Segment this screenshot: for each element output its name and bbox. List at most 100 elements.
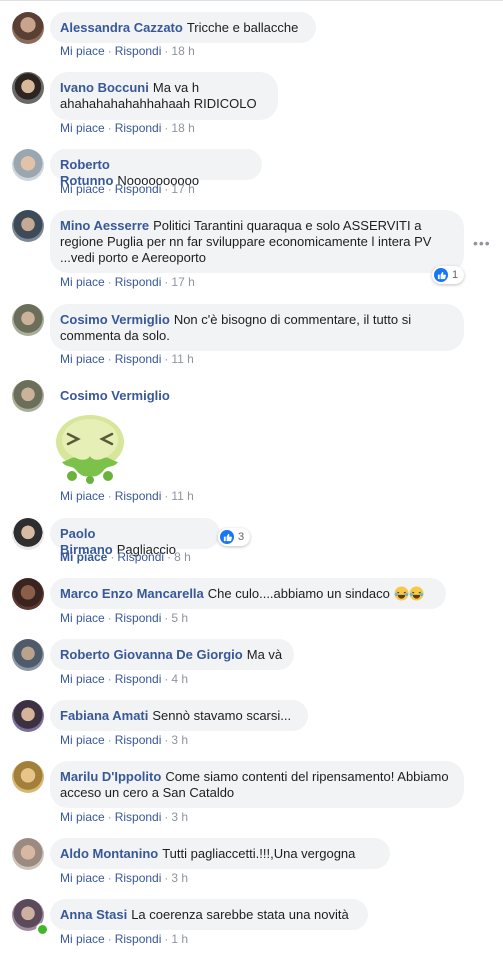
comment-timestamp[interactable]: 5 h <box>171 611 188 625</box>
comment-text: Tricche e ballacche <box>186 20 299 35</box>
like-link[interactable]: Mi piace <box>60 810 105 824</box>
like-reaction-icon <box>434 268 448 282</box>
reaction-count[interactable]: 3 <box>218 528 250 546</box>
comment-actions: Mi piace · Rispondi · 8 h <box>60 550 191 564</box>
like-link[interactable]: Mi piace <box>60 182 105 196</box>
like-link[interactable]: Mi piace <box>60 44 105 58</box>
comment-author[interactable]: Mino Aesserre <box>60 218 149 233</box>
comment-bubble: Fabiana Amati Sennò stavamo scarsi... <box>50 700 308 731</box>
like-link[interactable]: Mi piace <box>60 489 105 503</box>
comment-actions: Mi piace · Rispondi · 1 h <box>60 932 188 946</box>
comment-bubble: Mino Aesserre Politici Tarantini quaraqua… <box>50 210 464 273</box>
reply-link[interactable]: Rispondi <box>115 733 162 747</box>
comment-text: Sennò stavamo scarsi... <box>152 708 292 723</box>
comment-bubble: Marilu D'Ippolito Come siamo contenti del… <box>50 761 464 808</box>
comment-author[interactable]: Aldo Montanino <box>60 846 158 861</box>
comment-actions: Mi piace · Rispondi · 11 h <box>60 352 194 366</box>
like-link[interactable]: Mi piace <box>60 672 105 686</box>
reply-link[interactable]: Rispondi <box>115 352 162 366</box>
comment-actions: Mi piace · Rispondi · 11 h <box>60 489 194 503</box>
reply-link[interactable]: Rispondi <box>115 932 162 946</box>
comment-author[interactable]: Cosimo Vermiglio <box>60 312 170 327</box>
comment-timestamp[interactable]: 11 h <box>171 352 193 366</box>
reply-link[interactable]: Rispondi <box>115 121 162 135</box>
comment-author[interactable]: Anna Stasi <box>60 907 127 922</box>
comment-timestamp[interactable]: 11 h <box>171 489 193 503</box>
comment-author[interactable]: Ivano Boccuni <box>60 80 149 95</box>
comment-bubble: Cosimo Vermiglio <box>50 380 250 411</box>
separator: · <box>164 352 169 366</box>
avatar[interactable] <box>12 149 44 181</box>
separator: · <box>164 44 169 58</box>
comment-bubble: Roberto Giovanna De Giorgio Ma và <box>50 639 294 670</box>
reaction-count[interactable]: 1 <box>432 266 464 284</box>
separator: · <box>164 611 169 625</box>
comment-timestamp[interactable]: 1 h <box>171 932 188 946</box>
comment-author[interactable]: Roberto Giovanna De Giorgio <box>60 647 243 662</box>
avatar[interactable] <box>12 72 44 104</box>
reply-link[interactable]: Rispondi <box>117 550 164 564</box>
comment-bubble: Ivano Boccuni Ma va h ahahahahahahhahaah … <box>50 72 278 120</box>
comment-actions: Mi piace · Rispondi · 3 h <box>60 871 188 885</box>
avatar[interactable] <box>12 838 44 870</box>
avatar[interactable] <box>12 210 44 242</box>
avatar[interactable] <box>12 578 44 610</box>
laughing-tears-emoji <box>409 586 424 601</box>
separator: · <box>164 932 169 946</box>
comment-timestamp[interactable]: 3 h <box>171 810 188 824</box>
comment-bubble: Roberto Rotunno Noooooooooo <box>50 149 262 188</box>
separator: · <box>167 550 172 564</box>
avatar[interactable] <box>12 304 44 336</box>
comment-timestamp[interactable]: 17 h <box>171 275 194 289</box>
avatar[interactable] <box>12 12 44 44</box>
like-link[interactable]: Mi piace <box>60 932 105 946</box>
comment-author[interactable]: Marco Enzo Mancarella <box>60 586 204 601</box>
comment-author[interactable]: Alessandra Cazzato <box>60 20 183 35</box>
avatar[interactable] <box>12 380 44 412</box>
like-link[interactable]: Mi piace <box>60 275 105 289</box>
comment-timestamp[interactable]: 4 h <box>171 672 188 686</box>
comment-text: Che culo....abbiamo un sindaco <box>207 586 390 601</box>
separator: · <box>164 871 169 885</box>
reply-link[interactable]: Rispondi <box>115 182 162 196</box>
avatar[interactable] <box>12 639 44 671</box>
reply-link[interactable]: Rispondi <box>115 672 162 686</box>
like-link[interactable]: Mi piace <box>60 871 105 885</box>
reply-link[interactable]: Rispondi <box>115 611 162 625</box>
comment-actions: Mi piace · Rispondi · 17 h <box>60 275 195 289</box>
separator: · <box>164 182 169 196</box>
comment-text: Tutti pagliaccetti.!!!,Una vergogna <box>162 846 356 861</box>
comment-timestamp[interactable]: 3 h <box>171 733 188 747</box>
like-link[interactable]: Mi piace <box>60 121 105 135</box>
like-link[interactable]: Mi piace <box>60 550 107 564</box>
reply-link[interactable]: Rispondi <box>115 275 162 289</box>
comment-author[interactable]: Cosimo Vermiglio <box>60 388 170 403</box>
like-link[interactable]: Mi piace <box>60 733 105 747</box>
comment-timestamp[interactable]: 18 h <box>171 44 194 58</box>
reply-link[interactable]: Rispondi <box>115 810 162 824</box>
separator: · <box>107 611 112 625</box>
reply-link[interactable]: Rispondi <box>115 871 162 885</box>
comment-timestamp[interactable]: 18 h <box>171 121 194 135</box>
comment-timestamp[interactable]: 17 h <box>171 182 194 196</box>
comment-actions: Mi piace · Rispondi · 18 h <box>60 121 195 135</box>
like-link[interactable]: Mi piace <box>60 611 105 625</box>
comment-author[interactable]: Marilu D'Ippolito <box>60 769 161 784</box>
comment-timestamp[interactable]: 3 h <box>171 871 188 885</box>
avatar[interactable] <box>12 761 44 793</box>
separator: · <box>164 121 169 135</box>
like-link[interactable]: Mi piace <box>60 352 105 366</box>
separator: · <box>164 275 169 289</box>
separator: · <box>164 733 169 747</box>
reply-link[interactable]: Rispondi <box>115 489 162 503</box>
separator: · <box>110 550 115 564</box>
comment-timestamp[interactable]: 8 h <box>174 550 191 564</box>
avatar[interactable] <box>12 700 44 732</box>
reply-link[interactable]: Rispondi <box>115 44 162 58</box>
separator: · <box>107 489 112 503</box>
more-options-icon[interactable]: ••• <box>473 235 491 251</box>
separator: · <box>107 352 112 366</box>
avatar[interactable] <box>12 518 44 550</box>
comment-actions: Mi piace · Rispondi · 3 h <box>60 733 188 747</box>
comment-author[interactable]: Fabiana Amati <box>60 708 148 723</box>
